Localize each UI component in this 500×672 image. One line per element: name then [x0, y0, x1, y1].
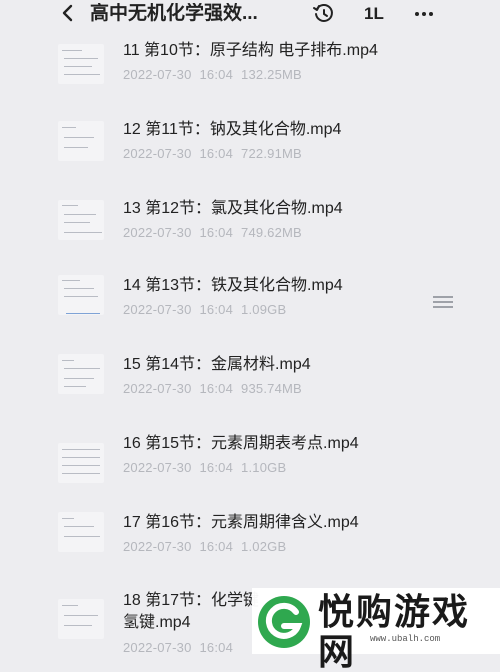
- file-row[interactable]: 14 第13节：铁及其化合物.mp4 2022-07-30 16:04 1.09GB: [0, 273, 500, 353]
- file-time: 16:04: [199, 381, 234, 396]
- file-size: 1.10GB: [241, 460, 287, 475]
- file-meta: 2022-07-30 16:04 935.74MB: [123, 380, 310, 398]
- file-time: 16:04: [199, 146, 234, 161]
- file-row[interactable]: 11 第10节：原子结构 电子排布.mp4 2022-07-30 16:04 132…: [0, 36, 500, 116]
- file-time: 16:04: [199, 460, 234, 475]
- file-size: 722.91MB: [241, 146, 302, 161]
- file-time: 16:04: [199, 302, 234, 317]
- file-row[interactable]: 12 第11节：钠及其化合物.mp4 2022-07-30 16:04 722.91…: [0, 115, 500, 195]
- history-icon[interactable]: [312, 2, 336, 26]
- file-date: 2022-07-30: [123, 302, 192, 317]
- folder-title: 高中无机化学强效...: [90, 3, 258, 24]
- file-meta: 2022-07-30 16:04 1.09GB: [123, 301, 294, 319]
- file-name: 11 第10节：原子结构 电子排布.mp4: [123, 42, 378, 59]
- sort-label: 1L: [364, 4, 384, 23]
- file-row[interactable]: 16 第15节：元素周期表考点.mp4 2022-07-30 16:04 1.10G…: [0, 431, 500, 511]
- file-date: 2022-07-30: [123, 146, 192, 161]
- watermark-text: 悦购游戏网: [318, 591, 471, 672]
- file-name: 17 第16节：元素周期律含义.mp4: [123, 514, 359, 531]
- file-name: 12 第11节：钠及其化合物.mp4: [123, 121, 342, 138]
- video-thumbnail: [58, 200, 104, 240]
- file-date: 2022-07-30: [123, 460, 192, 475]
- file-size: 749.62MB: [241, 225, 302, 240]
- drag-handle-icon[interactable]: [432, 293, 454, 311]
- file-date: 2022-07-30: [123, 381, 192, 396]
- file-date: 2022-07-30: [123, 640, 192, 655]
- top-bar: 高中无机化学强效... 1L: [0, 0, 500, 30]
- file-time: 16:04: [199, 539, 234, 554]
- file-date: 2022-07-30: [123, 225, 192, 240]
- file-name: 18 第17节：化学键 氢键.mp4: [123, 592, 260, 631]
- file-size: 935.74MB: [241, 381, 302, 396]
- video-thumbnail: [58, 275, 104, 315]
- video-thumbnail: [58, 121, 104, 161]
- file-time: 16:04: [199, 640, 234, 655]
- file-row[interactable]: 15 第14节：金属材料.mp4 2022-07-30 16:04 935.74MB: [0, 352, 500, 432]
- file-meta: 2022-07-30 16:04 1.02GB: [123, 538, 294, 556]
- brand-logo-icon: [256, 594, 312, 650]
- watermark-url: www.ubalh.com: [370, 634, 441, 644]
- file-meta: 2022-07-30 16:04 749.62MB: [123, 224, 310, 242]
- file-row[interactable]: 17 第16节：元素周期律含义.mp4 2022-07-30 16:04 1.02G…: [0, 510, 500, 590]
- file-name: 15 第14节：金属材料.mp4: [123, 356, 311, 373]
- file-time: 16:04: [199, 67, 234, 82]
- watermark: 悦购游戏网 www.ubalh.com: [252, 588, 500, 672]
- video-thumbnail: [58, 354, 104, 394]
- file-name: 16 第15节：元素周期表考点.mp4: [123, 435, 359, 452]
- file-meta: 2022-07-30 16:04 1.10GB: [123, 459, 294, 477]
- video-thumbnail: [58, 512, 104, 552]
- video-thumbnail: [58, 44, 104, 84]
- file-size: 1.02GB: [241, 539, 287, 554]
- file-meta: 2022-07-30 16:04: [123, 639, 241, 657]
- file-date: 2022-07-30: [123, 539, 192, 554]
- file-date: 2022-07-30: [123, 67, 192, 82]
- file-meta: 2022-07-30 16:04 722.91MB: [123, 145, 310, 163]
- back-arrow-icon[interactable]: [58, 3, 78, 23]
- file-name: 14 第13节：铁及其化合物.mp4: [123, 277, 343, 294]
- file-meta: 2022-07-30 16:04 132.25MB: [123, 66, 310, 84]
- file-name: 13 第12节：氯及其化合物.mp4: [123, 200, 343, 217]
- file-size: 1.09GB: [241, 302, 287, 317]
- video-thumbnail: [58, 599, 104, 639]
- file-time: 16:04: [199, 225, 234, 240]
- sort-icon[interactable]: 1L: [364, 2, 388, 26]
- file-row[interactable]: 13 第12节：氯及其化合物.mp4 2022-07-30 16:04 749.62…: [0, 194, 500, 274]
- more-icon[interactable]: [412, 2, 436, 26]
- video-thumbnail: [58, 443, 104, 483]
- file-size: 132.25MB: [241, 67, 302, 82]
